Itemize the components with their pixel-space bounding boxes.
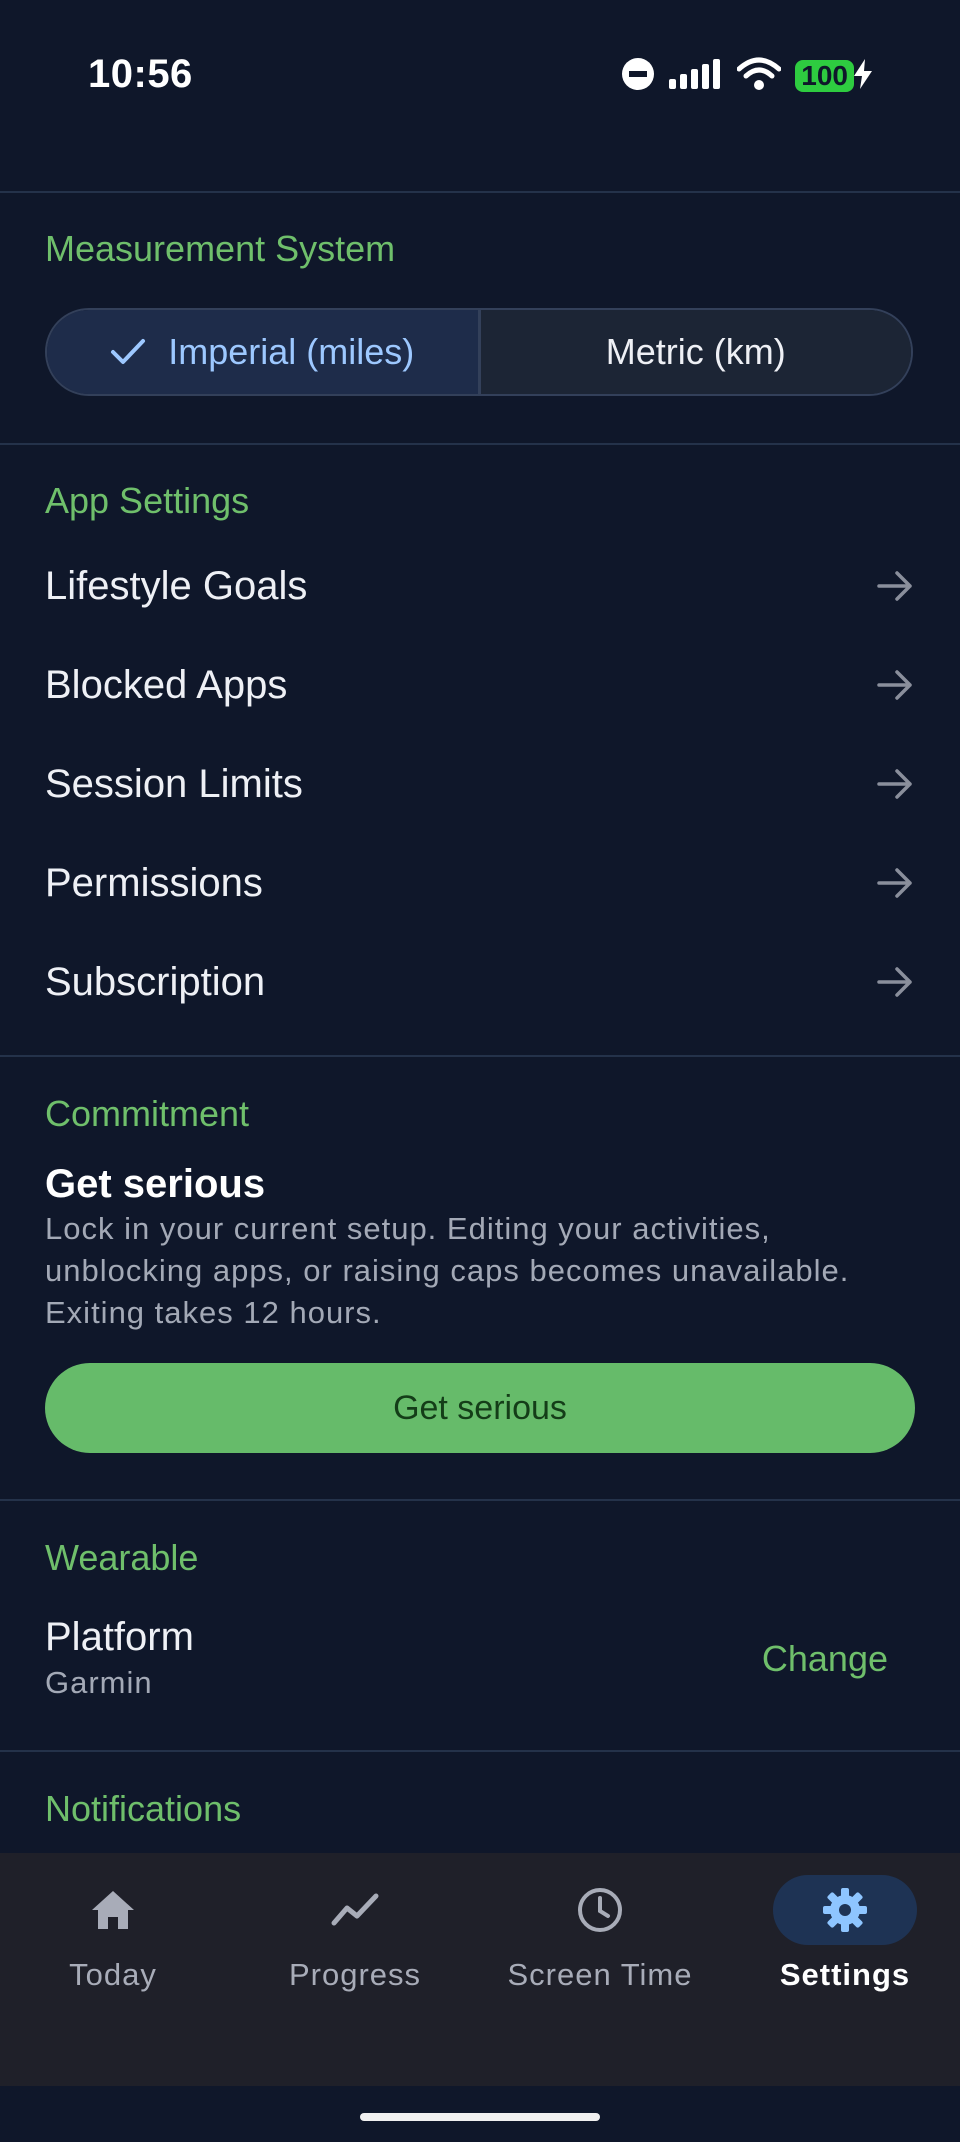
- platform-label: Platform: [45, 1615, 194, 1659]
- arrow-right-icon: [875, 566, 915, 606]
- wifi-icon: [736, 57, 782, 96]
- battery-indicator: 100: [795, 60, 854, 92]
- check-icon: [110, 337, 146, 367]
- session-limits-row[interactable]: Session Limits: [45, 749, 915, 819]
- metric-option[interactable]: Metric (km): [480, 310, 911, 394]
- arrow-right-icon: [875, 665, 915, 705]
- notifications-section-title: Notifications: [45, 1788, 242, 1829]
- nav-today[interactable]: Today: [3, 1875, 223, 1993]
- lifestyle-goals-row[interactable]: Lifestyle Goals: [45, 551, 915, 621]
- divider: [0, 1055, 960, 1057]
- row-label: Blocked Apps: [45, 662, 288, 707]
- subscription-row[interactable]: Subscription: [45, 947, 915, 1017]
- nav-label: Today: [69, 1957, 157, 1992]
- trend-icon: [283, 1875, 427, 1945]
- row-label: Session Limits: [45, 761, 303, 806]
- divider: [0, 1499, 960, 1501]
- get-serious-button[interactable]: Get serious: [45, 1363, 915, 1453]
- nav-settings[interactable]: Settings: [735, 1875, 955, 1993]
- imperial-option-label: Imperial (miles): [168, 331, 415, 372]
- change-platform-button[interactable]: Change: [762, 1638, 888, 1680]
- arrow-right-icon: [875, 764, 915, 804]
- nav-progress[interactable]: Progress: [245, 1875, 465, 1993]
- measurement-section-title: Measurement System: [45, 228, 396, 269]
- gear-icon: [773, 1875, 917, 1945]
- arrow-right-icon: [875, 863, 915, 903]
- divider: [0, 443, 960, 445]
- nav-label: Settings: [779, 1957, 911, 1992]
- metric-option-label: Metric (km): [605, 331, 786, 372]
- arrow-right-icon: [875, 962, 915, 1002]
- permissions-row[interactable]: Permissions: [45, 848, 915, 918]
- platform-value: Garmin: [45, 1665, 153, 1700]
- status-time: 10:56: [88, 52, 193, 96]
- signal-icon: [669, 58, 723, 94]
- divider: [0, 191, 960, 193]
- nav-screen-time[interactable]: Screen Time: [490, 1875, 710, 1993]
- divider: [0, 1750, 960, 1752]
- nav-label: Screen Time: [507, 1957, 693, 1992]
- imperial-option[interactable]: Imperial (miles): [47, 310, 481, 394]
- row-label: Permissions: [45, 860, 263, 905]
- do-not-disturb-icon: [621, 57, 655, 96]
- clock-icon: [528, 1875, 672, 1945]
- nav-label: Progress: [288, 1957, 422, 1992]
- measurement-segmented-control: Imperial (miles) Metric (km): [45, 308, 913, 396]
- wearable-section-title: Wearable: [45, 1537, 199, 1578]
- charging-icon: [854, 58, 872, 94]
- status-icons: 100: [621, 56, 872, 96]
- commitment-heading: Get serious: [45, 1162, 266, 1206]
- blocked-apps-row[interactable]: Blocked Apps: [45, 650, 915, 720]
- app-settings-section-title: App Settings: [45, 480, 250, 521]
- row-label: Subscription: [45, 959, 266, 1004]
- bottom-navigation: Today Progress Screen Time Settings: [0, 1853, 960, 2086]
- row-label: Lifestyle Goals: [45, 563, 308, 608]
- commitment-section-title: Commitment: [45, 1093, 250, 1134]
- commitment-description: Lock in your current setup. Editing your…: [45, 1211, 850, 1330]
- home-indicator[interactable]: [360, 2113, 600, 2121]
- home-icon: [41, 1875, 185, 1945]
